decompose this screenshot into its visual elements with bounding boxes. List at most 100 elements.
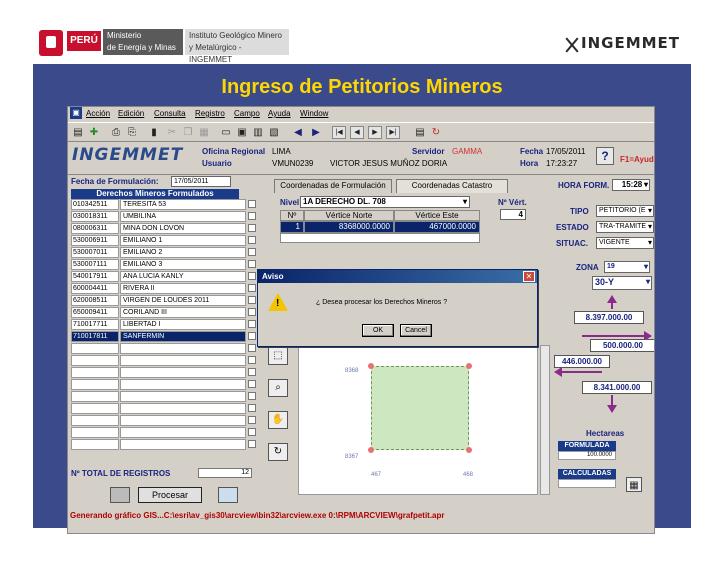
calculate-icon[interactable]: ▦ <box>626 477 642 492</box>
query-icon[interactable]: ▣ <box>234 125 250 140</box>
first-record-icon[interactable]: |◀ <box>332 126 346 139</box>
save-icon[interactable]: ▤ <box>70 125 86 140</box>
list-item[interactable]: 710017811 SANFERMIN <box>71 331 257 343</box>
vertex-row-2[interactable] <box>280 233 480 243</box>
row-checkbox[interactable] <box>248 236 256 244</box>
printer-icon[interactable] <box>110 487 130 503</box>
nivel-select[interactable]: 1A DERECHO DL. 708 <box>300 196 470 208</box>
row-checkbox[interactable] <box>248 200 256 208</box>
situac-select[interactable]: VIGENTE <box>596 237 654 249</box>
new-icon[interactable]: ✚ <box>86 125 102 140</box>
vertex-este-cell[interactable]: 467000.0000 <box>394 221 480 233</box>
map-panel[interactable]: 8368 8367 467 468 <box>298 345 538 495</box>
list-item[interactable] <box>71 379 257 391</box>
pan-hand-icon[interactable]: ✋ <box>268 411 288 429</box>
list-item[interactable]: 080006311 MINA DON LOVON <box>71 223 257 235</box>
open-icon[interactable]: ▭ <box>218 125 234 140</box>
menu-accion[interactable]: Acción <box>86 109 110 118</box>
rotate-icon[interactable]: ↻ <box>268 443 288 461</box>
chart-icon[interactable] <box>218 487 238 503</box>
list-item[interactable] <box>71 439 257 451</box>
list-item[interactable]: 650009411 CORILAND III <box>71 307 257 319</box>
database-icon[interactable]: ▤ <box>412 125 428 140</box>
row-checkbox[interactable] <box>248 380 256 388</box>
edit-icon[interactable]: ▥ <box>250 125 266 140</box>
menu-consulta[interactable]: Consulta <box>154 109 186 118</box>
cancel-button[interactable]: Cancel <box>400 324 432 337</box>
menu-campo[interactable]: Campo <box>234 109 260 118</box>
institute-line2: y Metalúrgico - INGEMMET <box>189 43 242 64</box>
derecho-name <box>120 415 246 426</box>
tab-coordenadas-catastro[interactable]: Coordenadas Catastro <box>396 179 508 193</box>
next-record-icon[interactable]: ▶ <box>368 126 382 139</box>
vertex-norte-cell[interactable]: 8368000.0000 <box>304 221 394 233</box>
tipo-select[interactable]: PETITORIO (E <box>596 205 654 217</box>
list-item[interactable]: 030018311 UMBILINA <box>71 211 257 223</box>
list-item[interactable]: 540017911 ANA LUCIA KANLY <box>71 271 257 283</box>
fecha-formulacion-field[interactable]: 17/05/2011 <box>171 176 231 187</box>
last-record-icon[interactable]: ▶| <box>386 126 400 139</box>
book-icon[interactable]: ▮ <box>146 125 162 140</box>
menu-ayuda[interactable]: Ayuda <box>268 109 291 118</box>
row-checkbox[interactable] <box>248 272 256 280</box>
row-checkbox[interactable] <box>248 440 256 448</box>
select-tool-icon[interactable]: ⬚ <box>268 347 288 365</box>
zona-select[interactable]: 19 <box>604 261 650 273</box>
row-checkbox[interactable] <box>248 368 256 376</box>
row-checkbox[interactable] <box>248 392 256 400</box>
print-preview-icon[interactable]: ⎘ <box>124 125 140 140</box>
row-checkbox[interactable] <box>248 224 256 232</box>
list-item[interactable] <box>71 403 257 415</box>
list-item[interactable]: 600004411 RIVERA II <box>71 283 257 295</box>
list-item[interactable]: 710017711 LIBERTAD I <box>71 319 257 331</box>
row-checkbox[interactable] <box>248 356 256 364</box>
row-checkbox[interactable] <box>248 284 256 292</box>
row-checkbox[interactable] <box>248 296 256 304</box>
menu-edicion[interactable]: Edición <box>118 109 144 118</box>
list-item[interactable] <box>71 355 257 367</box>
list-item[interactable] <box>71 415 257 427</box>
datum-select[interactable]: 30-Y <box>592 276 652 290</box>
ok-button[interactable]: OK <box>362 324 394 337</box>
list-item[interactable] <box>71 427 257 439</box>
close-icon[interactable]: ✕ <box>523 271 535 282</box>
cut-icon[interactable]: ✂ <box>164 125 180 140</box>
row-checkbox[interactable] <box>248 212 256 220</box>
estado-select[interactable]: TRA-TRAMITE <box>596 221 654 233</box>
menu-registro[interactable]: Registro <box>195 109 225 118</box>
previous-icon[interactable]: ◀ <box>290 125 306 140</box>
list-item[interactable] <box>71 391 257 403</box>
filter-icon[interactable]: ▧ <box>266 125 282 140</box>
row-checkbox[interactable] <box>248 260 256 268</box>
menu-window[interactable]: Window <box>300 109 328 118</box>
help-button[interactable]: ? <box>596 147 614 165</box>
ingemmet-small-logo: INGEMMET <box>72 145 184 165</box>
print-icon[interactable]: ⎙ <box>108 125 124 140</box>
previous-record-icon[interactable]: ◀ <box>350 126 364 139</box>
vertex-n-cell[interactable]: 1 <box>280 221 304 233</box>
refresh-icon[interactable]: ↻ <box>428 125 444 140</box>
procesar-button[interactable]: Procesar <box>138 487 202 503</box>
zoom-tool-icon[interactable]: ⌕ <box>268 379 288 397</box>
list-item[interactable]: 530007111 EMILIANO 3 <box>71 259 257 271</box>
paste-icon[interactable]: ▦ <box>196 125 212 140</box>
list-item[interactable]: 530007011 EMILIANO 2 <box>71 247 257 259</box>
row-checkbox[interactable] <box>248 344 256 352</box>
next-icon[interactable]: ▶ <box>308 125 324 140</box>
list-item[interactable]: 010342511 TERESITA 53 <box>71 199 257 211</box>
row-checkbox[interactable] <box>248 332 256 340</box>
tab-coordenadas-formulacion[interactable]: Coordenadas de Formulación <box>274 179 392 193</box>
row-checkbox[interactable] <box>248 404 256 412</box>
row-checkbox[interactable] <box>248 308 256 316</box>
copy-icon[interactable]: ❐ <box>180 125 196 140</box>
row-checkbox[interactable] <box>248 428 256 436</box>
row-checkbox[interactable] <box>248 416 256 424</box>
nvert-field[interactable]: 4 <box>500 209 526 220</box>
list-item[interactable] <box>71 343 257 355</box>
list-item[interactable]: 530006911 EMILIANO 1 <box>71 235 257 247</box>
map-scrollbar[interactable] <box>540 345 550 495</box>
list-item[interactable] <box>71 367 257 379</box>
row-checkbox[interactable] <box>248 248 256 256</box>
list-item[interactable]: 620008511 VIRGEN DE LOUDES 2011 <box>71 295 257 307</box>
row-checkbox[interactable] <box>248 320 256 328</box>
